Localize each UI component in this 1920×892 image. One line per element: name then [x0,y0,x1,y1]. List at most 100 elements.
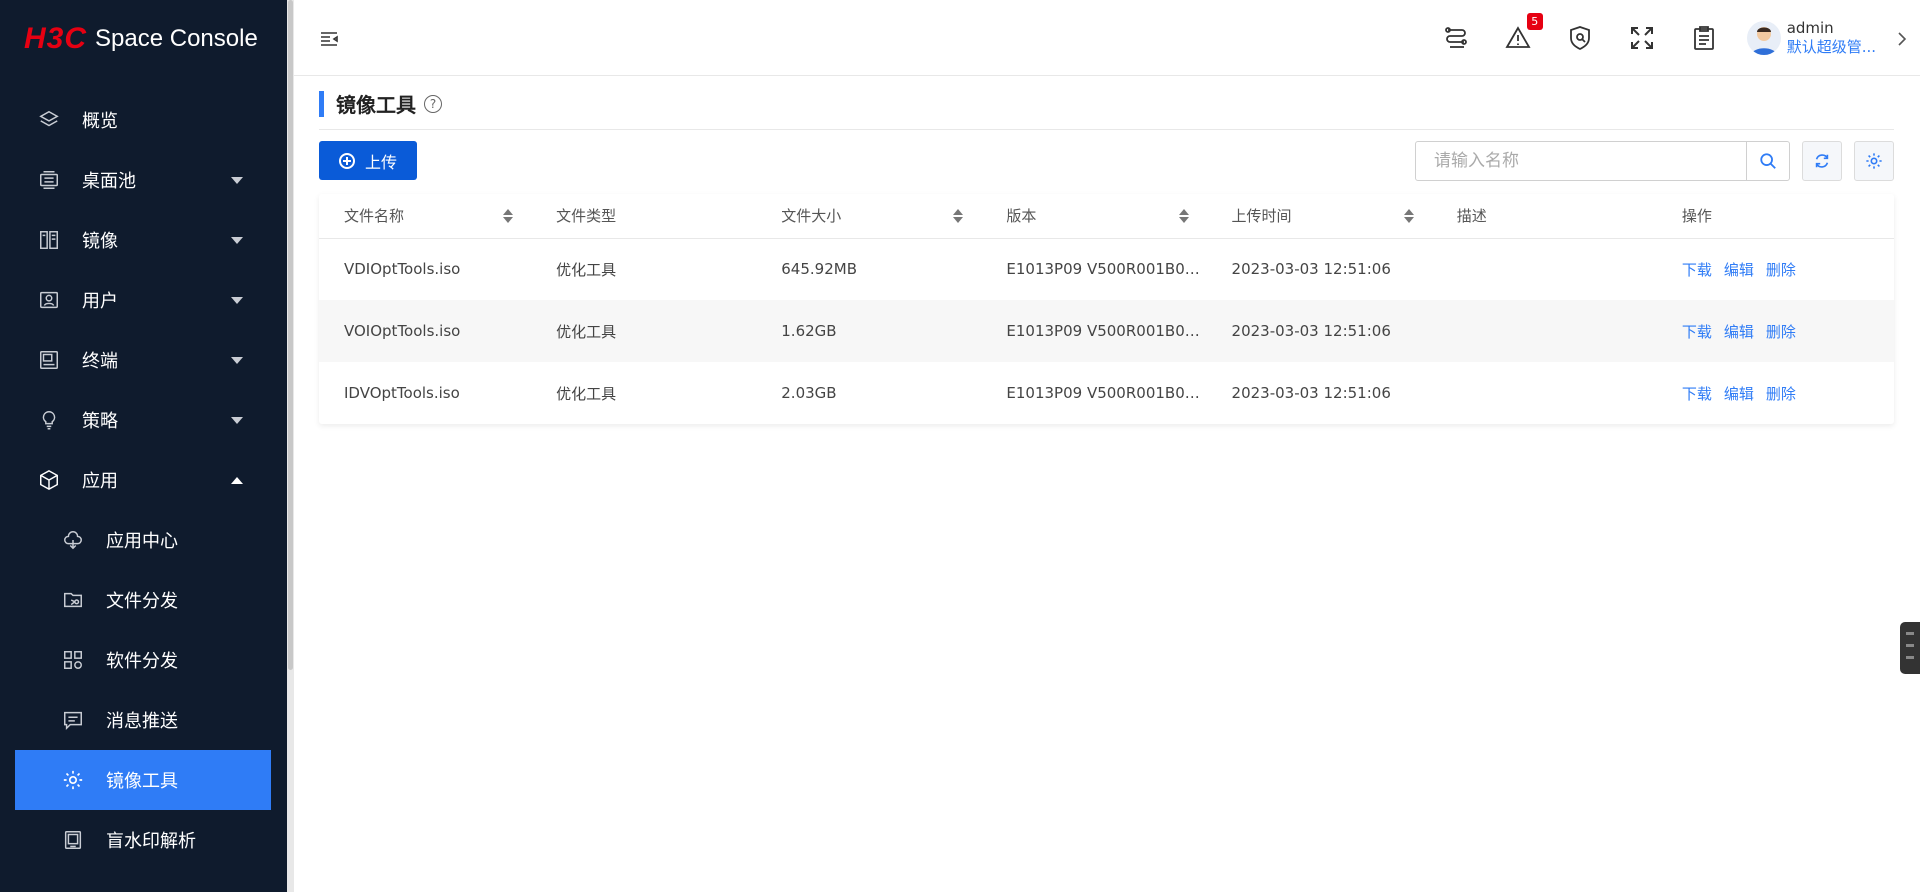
download-link[interactable]: 下载 [1682,385,1712,403]
settings-button[interactable] [1854,141,1894,181]
upload-button[interactable]: 上传 [319,141,417,180]
chevron-down-icon [231,177,243,184]
brand-logo: H3C [24,22,88,55]
sidebar-item-overview[interactable]: 概览 [0,90,287,150]
sidebar-item-desktop-pool[interactable]: 桌面池 [0,150,287,210]
edit-link[interactable]: 编辑 [1724,385,1754,403]
sidebar-item-label: 应用中心 [106,531,178,552]
column-header-description: 描述 [1431,194,1657,239]
sidebar-item-label: 盲水印解析 [106,831,196,852]
sidebar-item-app[interactable]: 应用 [0,450,287,510]
handle-grip [1906,656,1914,659]
terminal-icon [38,349,60,371]
clipboard-icon[interactable] [1689,23,1719,53]
scrollbar-thumb[interactable] [288,0,293,670]
sidebar-item-label: 用户 [82,291,118,312]
sort-icon[interactable] [503,209,514,223]
sidebar-item-message-push[interactable]: 消息推送 [0,690,287,750]
delete-link[interactable]: 删除 [1766,261,1796,279]
column-header-name[interactable]: 文件名称 [319,194,532,239]
alarm-icon[interactable]: 5 [1503,13,1543,53]
user-menu[interactable]: admin 默认超级管... [1746,19,1908,57]
search-icon[interactable] [1746,142,1789,180]
cell-file-name: VOIOptTools.iso [319,300,532,362]
table-header-row: 文件名称 文件类型 文件大小 版本 上传时间 描述 操作 [319,194,1894,239]
cell-version: E1013P09 V500R001B09D... [981,300,1207,362]
sidebar-item-image-tools[interactable]: 镜像工具 [15,750,271,810]
help-icon[interactable]: ? [424,94,442,113]
sidebar-submenu-app: 应用中心 文件分发 软件分发 消息推送 镜像工具 盲水印解析 [0,510,287,870]
sidebar-item-label: 应用 [82,471,118,492]
user-icon [38,289,60,311]
refresh-button[interactable] [1802,141,1842,181]
cell-version: E1013P09 V500R001B09D... [1006,384,1207,402]
column-header-upload-time[interactable]: 上传时间 [1206,194,1432,239]
gear-icon [62,769,84,791]
logo: H3C Space Console [0,0,287,78]
plus-circle-icon [338,152,355,169]
delete-link[interactable]: 删除 [1766,323,1796,341]
handle-grip [1906,632,1914,635]
user-role: 默认超级管... [1786,38,1876,56]
cell-upload-time: 2023-03-03 12:51:06 [1206,300,1432,362]
sidebar-item-watermark[interactable]: 盲水印解析 [0,810,287,870]
column-header-version[interactable]: 版本 [981,194,1207,239]
user-info: admin 默认超级管... [1787,19,1876,57]
top-header: 5 admin 默认超级管... [294,0,1920,76]
sidebar-item-file-share[interactable]: 文件分发 [0,570,287,630]
avatar [1746,21,1781,55]
sort-icon[interactable] [1403,209,1414,223]
main-content: 镜像工具 ? 上传 文件名称 文件类型 [294,76,1920,892]
column-header-size[interactable]: 文件大小 [756,194,982,239]
watermark-icon [62,829,84,851]
sidebar-scrollbar[interactable] [287,0,294,892]
user-name: admin [1786,19,1834,37]
sidebar-item-terminal[interactable]: 终端 [0,330,287,390]
search-input[interactable] [1416,142,1746,180]
cell-file-type: 优化工具 [556,260,617,279]
header-toolbar: 5 admin 默认超级管... [1441,0,1920,76]
sidebar-item-image[interactable]: 镜像 [0,210,287,270]
shield-search-icon[interactable] [1565,23,1595,53]
sidebar-item-software-dist[interactable]: 软件分发 [0,630,287,690]
refresh-icon [1815,154,1829,168]
message-icon [62,709,84,731]
sidebar-item-app-center[interactable]: 应用中心 [0,510,287,570]
grid-icon [62,649,84,671]
column-header-type: 文件类型 [531,194,757,239]
search-box [1415,141,1790,181]
sidebar-item-user[interactable]: 用户 [0,270,287,330]
sidebar-item-label: 镜像工具 [106,771,178,792]
sidebar-item-policy[interactable]: 策略 [0,390,287,450]
edit-link[interactable]: 编辑 [1724,261,1754,279]
edit-link[interactable]: 编辑 [1724,323,1754,341]
sort-icon[interactable] [1178,209,1189,223]
delete-link[interactable]: 删除 [1766,385,1796,403]
chevron-up-icon [231,477,243,484]
floating-panel-handle[interactable] [1900,622,1920,674]
page-header: 镜像工具 ? [319,90,1894,130]
sidebar-item-label: 软件分发 [106,651,178,672]
cell-file-name: IDVOptTools.iso [344,384,460,402]
sidebar-item-label: 文件分发 [106,591,178,612]
sidebar-item-label: 概览 [82,111,118,132]
fullscreen-icon[interactable] [1627,23,1657,53]
cell-file-size: 1.62GB [756,300,982,362]
cell-upload-time: 2023-03-03 12:51:06 [1231,384,1391,402]
route-icon[interactable] [1441,23,1471,53]
download-link[interactable]: 下载 [1682,323,1712,341]
chevron-right-icon[interactable] [1896,31,1908,46]
handle-grip [1906,644,1914,647]
menu-collapse-icon[interactable] [318,28,340,50]
cell-file-size: 645.92MB [781,260,857,279]
sidebar-item-label: 策略 [82,411,118,432]
bulb-icon [38,409,60,431]
file-share-icon [62,589,84,611]
chevron-down-icon [231,417,243,424]
app-title: Space Console [95,25,258,52]
sort-icon[interactable] [953,209,964,223]
image-icon [38,229,60,251]
cube-icon [38,469,60,491]
sidebar-item-label: 桌面池 [82,171,136,192]
download-link[interactable]: 下载 [1682,261,1712,279]
